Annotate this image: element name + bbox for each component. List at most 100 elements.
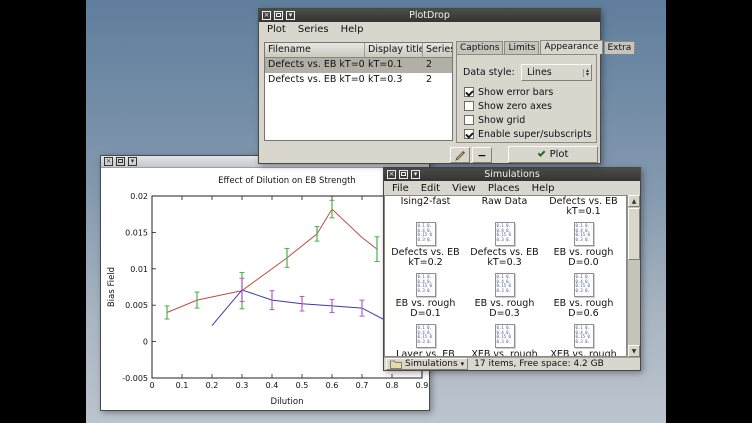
file-item-xeb-rough-1[interactable]: 0.1 0. 0.4 0. 0.15 0 0.3 0. XEB vs. roug…: [465, 324, 544, 357]
svg-text:0.2: 0.2: [206, 381, 219, 390]
file-item-layer-vs-eb[interactable]: 0.1 0. 0.4 0. 0.15 0 0.3 0. Layer vs. EB: [386, 324, 465, 357]
cell-filename: Defects vs. EB kT=0.3: [265, 73, 365, 88]
file-item-defects-kt01[interactable]: 0.1 0. 0.4 0. 0.15 0 0.3 0. Defects vs. …: [544, 195, 623, 222]
notebook-tabs: Captions Limits Appearance Extra: [456, 39, 597, 54]
document-preview-text: 0.1 0. 0.4 0. 0.15 0 0.3 0.: [418, 326, 434, 344]
file-item-xeb-rough-2[interactable]: 0.1 0. 0.4 0. 0.15 0 0.3 0. XEB vs. roug…: [544, 324, 623, 357]
status-info: 17 items, Free space: 4.2 GB: [474, 359, 604, 369]
scrollbar-thumb[interactable]: [628, 208, 640, 260]
remove-series-button[interactable]: −: [472, 147, 492, 163]
tab-limits[interactable]: Limits: [504, 41, 539, 54]
menu-help[interactable]: Help: [526, 182, 561, 195]
plotdrop-menubar: Plot Series Help: [259, 22, 600, 37]
gnuplot-window: × ▾ Effect of Dilution on EB StrengthDil…: [100, 155, 430, 411]
series-table: Filename Display title Series Defects vs…: [264, 42, 453, 141]
cell-display-title: kT=0.1: [365, 58, 423, 73]
file-label: Ising2-fast: [401, 197, 451, 207]
checkbox-label: Show error bars: [478, 87, 553, 98]
close-icon[interactable]: ×: [262, 11, 271, 20]
plotdrop-titlebar[interactable]: × ▾ PlotDrop: [259, 9, 600, 22]
data-style-value: Lines: [527, 67, 552, 78]
show-error-bars-checkbox[interactable]: Show error bars: [464, 86, 553, 98]
svg-text:0.02: 0.02: [130, 192, 148, 201]
simulations-body: File Edit View Places Help 0.1 0. 0.4 0.…: [384, 181, 640, 370]
file-label: Layer vs. EB: [396, 350, 455, 357]
file-label: Raw Data: [482, 197, 528, 207]
tab-captions[interactable]: Captions: [456, 41, 503, 54]
plotdrop-body: Plot Series Help Filename Display title …: [259, 22, 600, 163]
file-item-raw-data[interactable]: 0.1 0. 0.4 0. 0.15 0 0.3 0. Raw Data: [465, 195, 544, 222]
checkbox-label: Show zero axes: [478, 101, 552, 112]
file-item-eb-rough-d01[interactable]: 0.1 0. 0.4 0. 0.15 0 0.3 0. EB vs. rough…: [386, 273, 465, 324]
menu-places[interactable]: Places: [482, 182, 526, 195]
checkbox-icon: [464, 129, 474, 139]
table-row[interactable]: Defects vs. EB kT=0.3 kT=0.3 2: [265, 73, 452, 88]
enable-superscripts-checkbox[interactable]: Enable super/subscripts: [464, 128, 592, 140]
file-label: EB vs. rough D=0.6: [546, 299, 622, 319]
menu-edit[interactable]: Edit: [415, 182, 446, 195]
menu-help[interactable]: Help: [335, 23, 370, 36]
document-icon: 0.1 0. 0.4 0. 0.15 0 0.3 0.: [416, 324, 436, 348]
pencil-icon: [455, 150, 466, 161]
file-item-defects-kt03[interactable]: 0.1 0. 0.4 0. 0.15 0 0.3 0. Defects vs. …: [465, 222, 544, 273]
file-item-eb-rough-d03[interactable]: 0.1 0. 0.4 0. 0.15 0 0.3 0. EB vs. rough…: [465, 273, 544, 324]
combo-arrows-icon: ▴▾: [583, 69, 589, 77]
document-icon: 0.1 0. 0.4 0. 0.15 0 0.3 0.: [574, 273, 594, 297]
column-header-filename[interactable]: Filename: [265, 43, 365, 58]
window-menu-icon[interactable]: ▾: [286, 11, 295, 20]
menu-series[interactable]: Series: [292, 23, 335, 36]
show-grid-checkbox[interactable]: Show grid: [464, 114, 525, 126]
svg-text:0.7: 0.7: [356, 381, 369, 390]
scroll-down-icon[interactable]: ▼: [628, 345, 640, 357]
data-style-label: Data style:: [463, 67, 515, 78]
file-label: Defects vs. EB kT=0.3: [467, 248, 543, 268]
svg-text:0: 0: [143, 338, 148, 347]
document-preview-text: 0.1 0. 0.4 0. 0.15 0 0.3 0.: [497, 326, 513, 344]
file-list-viewport: 0.1 0. 0.4 0. 0.15 0 0.3 0. Ising2-fast …: [384, 195, 627, 357]
checkbox-icon: [464, 101, 474, 111]
data-style-combobox[interactable]: Lines ▴▾: [521, 64, 592, 81]
statusbar: Simulations ▾ 17 items, Free space: 4.2 …: [384, 357, 640, 370]
tab-appearance[interactable]: Appearance: [540, 40, 602, 54]
menu-view[interactable]: View: [446, 182, 482, 195]
file-item-eb-rough-d06[interactable]: 0.1 0. 0.4 0. 0.15 0 0.3 0. EB vs. rough…: [544, 273, 623, 324]
menu-file[interactable]: File: [386, 182, 415, 195]
file-label: EB vs. rough D=0.0: [546, 248, 622, 268]
data-style-row: Data style: Lines ▴▾: [463, 64, 592, 81]
maximize-icon[interactable]: [399, 170, 408, 179]
plot-button[interactable]: Plot: [508, 146, 598, 163]
svg-text:0.3: 0.3: [236, 381, 249, 390]
table-row[interactable]: Defects vs. EB kT=0.1 kT=0.1 2: [265, 58, 452, 73]
window-menu-icon[interactable]: ▾: [411, 170, 420, 179]
svg-text:0.5: 0.5: [296, 381, 309, 390]
svg-text:0.4: 0.4: [266, 381, 279, 390]
column-header-display-title[interactable]: Display title: [365, 43, 423, 58]
maximize-icon[interactable]: [274, 11, 283, 20]
vertical-scrollbar[interactable]: ▲ ▼: [627, 195, 640, 357]
file-item-ising2-fast[interactable]: 0.1 0. 0.4 0. 0.15 0 0.3 0. Ising2-fast: [386, 195, 465, 222]
menu-plot[interactable]: Plot: [261, 23, 292, 36]
maximize-icon[interactable]: [116, 157, 125, 166]
simulations-titlebar[interactable]: × ▾ Simulations: [384, 168, 640, 181]
file-item-eb-rough-d00[interactable]: 0.1 0. 0.4 0. 0.15 0 0.3 0. EB vs. rough…: [544, 222, 623, 273]
scroll-up-icon[interactable]: ▲: [628, 195, 640, 207]
svg-text:0.8: 0.8: [386, 381, 399, 390]
location-combobox[interactable]: Simulations ▾: [386, 358, 468, 370]
svg-text:0.1: 0.1: [176, 381, 189, 390]
appearance-panel: Data style: Lines ▴▾ Show error bars Sho…: [456, 54, 597, 143]
checkbox-icon: [464, 87, 474, 97]
svg-text:0.01: 0.01: [130, 265, 148, 274]
tab-extra[interactable]: Extra: [604, 41, 636, 54]
svg-text:0: 0: [149, 381, 154, 390]
document-preview-text: 0.1 0. 0.4 0. 0.15 0 0.3 0.: [576, 275, 592, 293]
close-icon[interactable]: ×: [104, 157, 113, 166]
document-preview-text: 0.1 0. 0.4 0. 0.15 0 0.3 0.: [418, 224, 434, 242]
file-item-defects-kt02[interactable]: 0.1 0. 0.4 0. 0.15 0 0.3 0. Defects vs. …: [386, 222, 465, 273]
show-zero-axes-checkbox[interactable]: Show zero axes: [464, 100, 552, 112]
close-icon[interactable]: ×: [387, 170, 396, 179]
settings-notebook: Captions Limits Appearance Extra Data st…: [456, 39, 597, 143]
edit-series-button[interactable]: [450, 147, 470, 163]
column-header-series[interactable]: Series: [423, 43, 452, 58]
window-menu-icon[interactable]: ▾: [128, 157, 137, 166]
cell-series: 2: [423, 58, 452, 73]
